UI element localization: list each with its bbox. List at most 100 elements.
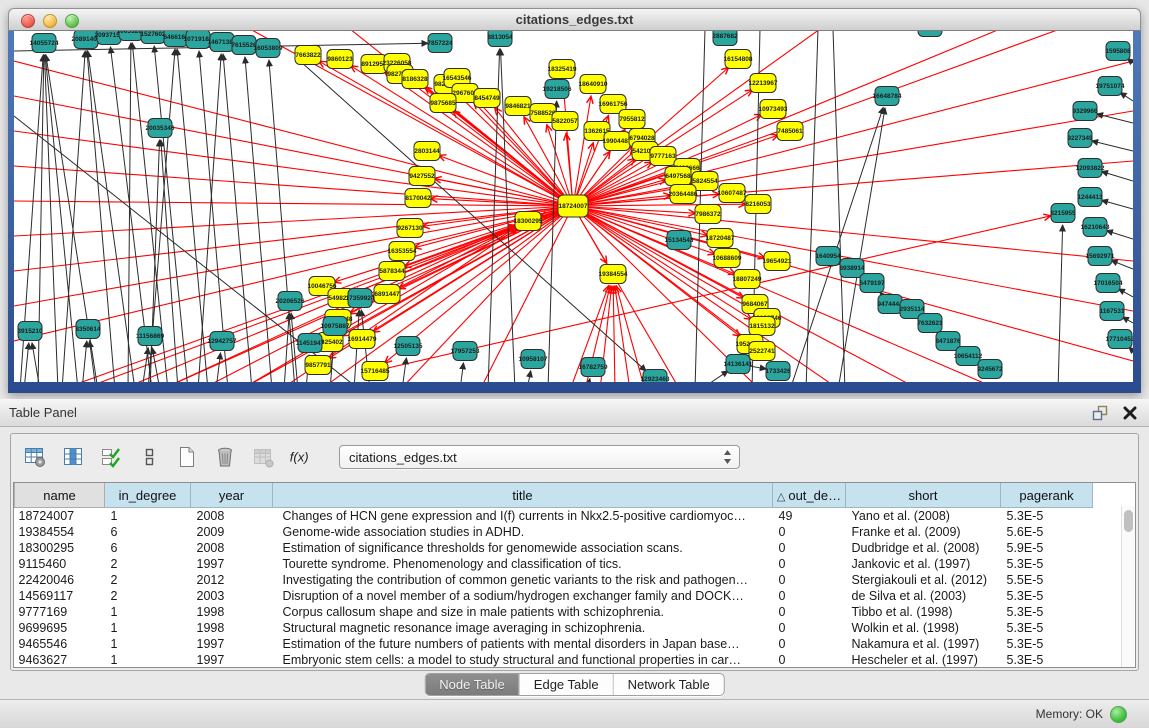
graph-node[interactable]: 16154808 <box>724 50 753 69</box>
graph-node[interactable]: 9227349 <box>1067 129 1093 148</box>
graph-node[interactable]: 18720487 <box>706 229 735 248</box>
graph-node[interactable]: 18325419 <box>548 60 577 79</box>
column-header-title[interactable]: title <box>273 483 773 508</box>
graph-node[interactable]: 10958107 <box>519 350 548 369</box>
graph-node[interactable]: 7663822 <box>295 46 321 65</box>
graph-node[interactable]: 1733426 <box>765 362 791 381</box>
show-column-icon[interactable] <box>59 444 87 470</box>
tab-node-table[interactable]: Node Table <box>425 674 519 695</box>
graph-node[interactable]: 6891447 <box>374 285 400 304</box>
graph-node[interactable]: 9857791 <box>305 356 331 375</box>
graph-node[interactable]: 16210643 <box>1081 218 1110 237</box>
table-row[interactable]: 1830029562008Estimation of significance … <box>15 540 1093 556</box>
table-vertical-scrollbar[interactable] <box>1121 506 1135 667</box>
graph-node[interactable]: 9846821 <box>505 97 531 116</box>
graph-node[interactable]: 7986372 <box>695 205 721 224</box>
table-row[interactable]: 1456911722003Disruption of a novel membe… <box>15 588 1093 604</box>
delete-table-icon[interactable] <box>211 444 239 470</box>
graph-node[interactable]: 9245672 <box>977 360 1003 379</box>
graph-node[interactable]: 11451947 <box>296 334 325 353</box>
column-header-name[interactable]: name <box>15 483 105 508</box>
table-row[interactable]: 946554611997Estimation of the future num… <box>15 636 1093 652</box>
graph-node[interactable]: 2522741 <box>749 342 775 361</box>
graph-node[interactable]: 14055724 <box>30 34 59 53</box>
graph-node[interactable]: 10607487 <box>718 184 747 203</box>
graph-node[interactable]: 7857224 <box>427 34 453 53</box>
graph-node[interactable]: 16053809 <box>254 39 283 58</box>
table-source-select[interactable]: citations_edges.txt <box>339 445 740 469</box>
graph-node[interactable]: 8350614 <box>75 320 101 339</box>
close-panel-icon[interactable] <box>1121 404 1139 422</box>
float-panel-icon[interactable] <box>1091 404 1109 422</box>
graph-node[interactable]: 9267130 <box>397 219 423 238</box>
graph-node[interactable]: 9329966 <box>1072 102 1098 121</box>
graph-node[interactable]: 18640910 <box>579 75 608 94</box>
graph-node[interactable]: 6479197 <box>859 274 885 293</box>
function-builder-icon[interactable]: f(x) <box>287 444 315 470</box>
graph-node[interactable]: 19384554 <box>599 265 628 284</box>
graph-node[interactable]: 1815132 <box>749 317 775 336</box>
table-row[interactable]: 911546021997Tourette syndrome. Phenomeno… <box>15 556 1093 572</box>
table-row[interactable]: 977716911998Corpus callosum shape and si… <box>15 604 1093 620</box>
graph-node[interactable]: 16648784 <box>873 87 902 106</box>
graph-node[interactable]: 8170042 <box>405 189 431 208</box>
tab-network-table[interactable]: Network Table <box>613 674 724 695</box>
graph-node[interactable]: 8215955 <box>1050 204 1076 223</box>
graph-node[interactable]: 20206526 <box>276 292 305 311</box>
graph-node[interactable]: 9777163 <box>650 147 676 166</box>
graph-node[interactable]: 5878344 <box>379 262 405 281</box>
graph-node[interactable]: 10688609 <box>713 249 742 268</box>
import-table-disabled-icon[interactable] <box>249 444 277 470</box>
graph-node[interactable]: 10975887 <box>321 317 350 336</box>
graph-node[interactable]: 8613054 <box>917 31 943 37</box>
column-header-year[interactable]: year <box>191 483 273 508</box>
graph-node[interactable]: 3915210 <box>17 322 43 341</box>
graph-node[interactable]: 17957253 <box>451 342 480 361</box>
graph-node[interactable]: 17710452 <box>1106 330 1133 349</box>
graph-node[interactable]: 12942757 <box>208 332 237 351</box>
graph-node[interactable]: 9875685 <box>430 94 456 113</box>
column-header-short[interactable]: short <box>846 483 1001 508</box>
graph-node[interactable]: 2887682 <box>712 31 738 46</box>
graph-node[interactable]: 8216053 <box>745 195 771 214</box>
graph-node[interactable]: 10973493 <box>759 100 788 119</box>
graph-node[interactable]: 8186328 <box>402 70 428 89</box>
graph-node[interactable]: 7485061 <box>777 122 803 141</box>
graph-node[interactable]: 11156869 <box>136 327 165 346</box>
graph-node[interactable]: 17359924 <box>346 289 375 308</box>
table-row[interactable]: 946362711997Embryonic stem cells: a mode… <box>15 652 1093 668</box>
scrollbar-thumb[interactable] <box>1124 510 1133 532</box>
tab-edge-table[interactable]: Edge Table <box>519 674 613 695</box>
graph-node[interactable]: 16914479 <box>348 330 377 349</box>
graph-node[interactable]: 1167531 <box>1100 302 1125 321</box>
graph-node[interactable]: 7955812 <box>619 110 645 129</box>
graph-node[interactable]: 12505135 <box>394 337 423 356</box>
graph-node[interactable]: 1527602 <box>140 31 166 44</box>
graph-node[interactable]: 5822057 <box>552 112 578 131</box>
network-canvas[interactable]: 1872400718300295193845547663822986012389… <box>14 31 1133 382</box>
graph-node[interactable]: 20035346 <box>146 119 175 138</box>
graph-node[interactable]: 12923468 <box>641 370 670 383</box>
new-table-icon[interactable] <box>173 444 201 470</box>
graph-node[interactable]: 1244413 <box>1077 188 1103 207</box>
graph-node[interactable]: 14136141 <box>724 355 753 374</box>
table-row[interactable]: 2242004622012Investigating the contribut… <box>15 572 1093 588</box>
graph-node[interactable]: 15692971 <box>1086 247 1115 266</box>
column-header-pagerank[interactable]: pagerank <box>1001 483 1093 508</box>
column-header-in-degree[interactable]: in_degree <box>105 483 191 508</box>
graph-node[interactable]: 6497568 <box>665 167 691 186</box>
graph-node[interactable]: 19904487 <box>603 132 632 151</box>
graph-node[interactable]: 8454749 <box>474 89 500 108</box>
graph-node[interactable]: 18300295 <box>514 212 543 231</box>
graph-node[interactable]: 15716485 <box>361 362 390 381</box>
graph-node[interactable]: 19751074 <box>1096 77 1125 96</box>
window-titlebar[interactable]: citations_edges.txt <box>8 8 1141 31</box>
graph-node[interactable]: 9427552 <box>409 167 435 186</box>
row-height-icon[interactable] <box>135 444 163 470</box>
graph-node[interactable]: 12213967 <box>749 74 778 93</box>
graph-node[interactable]: 20364486 <box>669 185 698 204</box>
graph-node[interactable]: 12093822 <box>1076 159 1105 178</box>
graph-node[interactable]: 18807249 <box>733 270 762 289</box>
graph-node[interactable]: 7632621 <box>917 314 943 333</box>
graph-node[interactable]: 17016504 <box>1094 274 1123 293</box>
